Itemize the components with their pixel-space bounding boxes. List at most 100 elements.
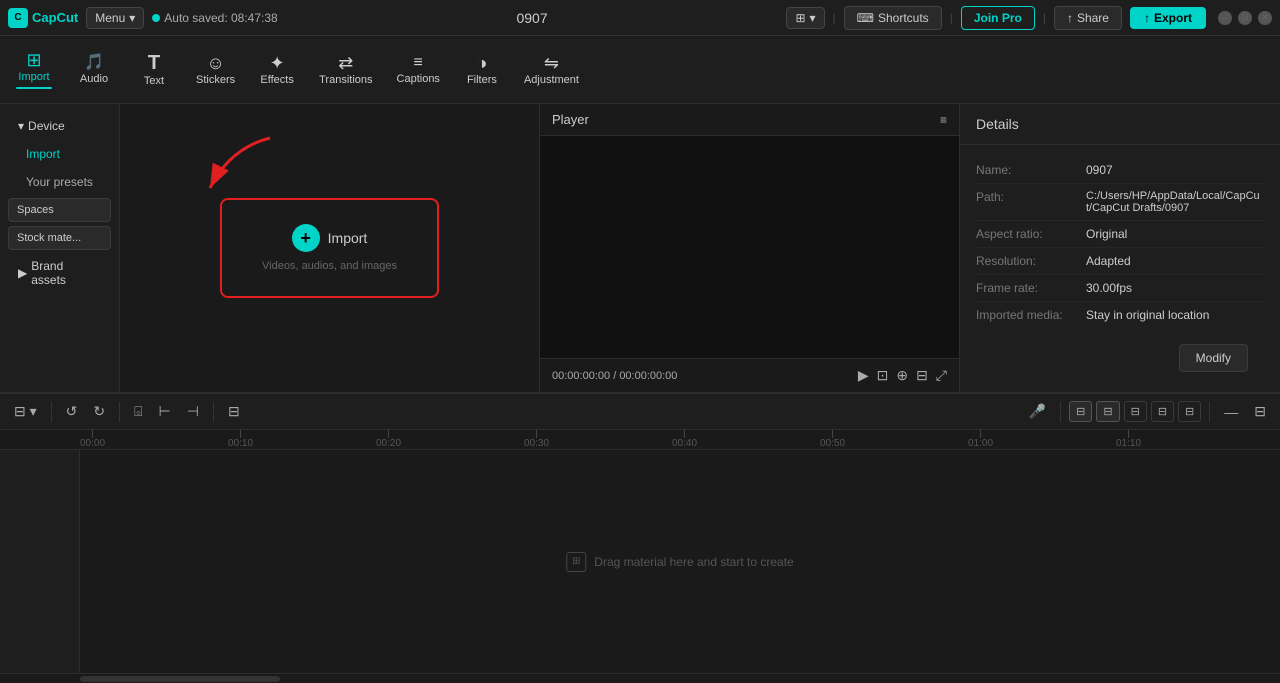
zoom-minus-button[interactable]: — [1218,400,1244,424]
text-label: Text [144,75,164,87]
spaces-button[interactable]: Spaces [8,198,111,222]
divider2: | [950,11,953,25]
timeline-scrollbar[interactable] [0,673,1280,683]
track-content[interactable]: ⊞ Drag material here and start to create [80,450,1280,673]
ruler-line [240,430,241,438]
redo-button[interactable]: ↻ [87,399,111,424]
display-button[interactable]: ⊞ ▾ [786,7,824,29]
ruler-40: 00:40 [672,430,697,449]
share-button[interactable]: ↑ Share [1054,6,1122,30]
toolbar-transitions[interactable]: ⇄ Transitions [307,48,384,92]
close-button[interactable]: ✕ [1258,11,1272,25]
brand-assets-section[interactable]: ▶ Brand assets [6,253,113,293]
ruler-label: 01:00 [968,438,993,449]
drag-hint: ⊞ Drag material here and start to create [566,552,793,572]
ruler-label: 00:30 [524,438,549,449]
modify-label: Modify [1196,351,1231,365]
toolbar-effects[interactable]: ✦ Effects [247,48,307,92]
toolbar-captions[interactable]: ≡ Captions [385,49,452,91]
toolbar-adjustment[interactable]: ⇋ Adjustment [512,48,591,92]
device-section[interactable]: ▾ Device [6,113,113,139]
toolbar-filters[interactable]: ◑ Filters [452,48,512,92]
import-nav-item[interactable]: Import [6,141,113,167]
logo-text: CapCut [32,10,78,25]
zoom-fit-button[interactable]: ⊟ [1248,399,1272,424]
detail-name: Name: 0907 [976,157,1264,184]
import-plus-icon: + [292,224,320,252]
split-button[interactable]: ⌺ [128,399,148,424]
app-logo: C CapCut [8,8,78,28]
detail-resolution: Resolution: Adapted [976,248,1264,275]
menu-label: Menu [95,11,125,25]
chevron-down-icon: ▾ [18,119,24,133]
join-pro-button[interactable]: Join Pro [961,6,1035,30]
ruler-label: 01:10 [1116,438,1141,449]
timeline-layout-button[interactable]: ⊟ ▾ [8,399,43,424]
detail-framerate: Frame rate: 30.00fps [976,275,1264,302]
trim-right-button[interactable]: ⊣ [181,399,205,424]
trim-left-button[interactable]: ⊢ [153,399,177,424]
audio-label: Audio [80,73,108,85]
zoom-icon[interactable]: ⊕ [896,367,908,384]
detail-path: Path: C:/Users/HP/AppData/Local/CapCut/C… [976,184,1264,221]
join-pro-label: Join Pro [974,11,1022,25]
play-button[interactable]: ▶ [858,367,869,384]
presets-nav-item[interactable]: Your presets [6,169,113,195]
player-menu-icon[interactable]: ≡ [940,113,947,127]
ruler-line [1128,430,1129,438]
magnet-tool[interactable]: ⊟ [1124,401,1147,422]
time-current: 00:00:00:00 [552,370,610,382]
screen-icon[interactable]: ⊡ [877,367,889,384]
autosave-text: Auto saved: 08:47:38 [164,11,277,25]
adjustment-icon: ⇋ [544,54,559,72]
mic-button[interactable]: 🎤 [1023,399,1052,424]
spaces-label: Spaces [17,204,54,216]
timeline-toolbar: ⊟ ▾ ↺ ↻ ⌺ ⊢ ⊣ ⊟ 🎤 ⊟ ⊟ ⊟ ⊟ ⊟ — ⊟ [0,394,1280,430]
undo-button[interactable]: ↺ [60,399,84,424]
menu-button[interactable]: Menu ▾ [86,7,144,29]
scrollbar-thumb[interactable] [80,676,280,682]
split-tool[interactable]: ⊟ [1151,401,1174,422]
stock-button[interactable]: Stock mate... [8,226,111,250]
ruler-label: 00:10 [228,438,253,449]
text-icon: T [148,53,160,73]
keyboard-icon: ⌨ [857,11,874,25]
ruler-label: 00:40 [672,438,697,449]
fullscreen-icon[interactable]: ⤢ [936,367,947,384]
fit-icon[interactable]: ⊟ [916,367,928,384]
shortcuts-button[interactable]: ⌨ Shortcuts [844,6,942,30]
details-footer: Modify [960,324,1280,392]
export-icon: ↑ [1144,11,1150,25]
link-tool[interactable]: ⊟ [1096,401,1119,422]
toolbar-import[interactable]: ⊞ Import [4,45,64,95]
annotation-arrow [190,128,310,208]
delete-button[interactable]: ⊟ [222,399,246,424]
time-display: 00:00:00:00 / 00:00:00:00 [552,370,850,382]
toolbar-text[interactable]: T Text [124,47,184,93]
share-icon: ↑ [1067,11,1073,25]
details-content: Name: 0907 Path: C:/Users/HP/AppData/Loc… [960,145,1280,324]
stock-label: Stock mate... [17,232,81,244]
minimize-button[interactable]: — [1218,11,1232,25]
toolbar-audio[interactable]: 🎵 Audio [64,49,124,91]
main-content: ▾ Device Import Your presets Spaces Stoc… [0,104,1280,393]
transitions-icon: ⇄ [338,54,353,72]
drag-icon: ⊞ [566,552,586,572]
snap-tool[interactable]: ⊟ [1069,401,1092,422]
ruler-30: 00:30 [524,430,549,449]
maximize-button[interactable]: ⊡ [1238,11,1252,25]
import-area-wrapper: + Import Videos, audios, and images [220,198,439,298]
details-header: Details [960,104,1280,145]
stickers-label: Stickers [196,74,235,86]
presets-label: Your presets [26,175,93,189]
thumb-tool[interactable]: ⊟ [1178,401,1201,422]
toolbar-stickers[interactable]: ☺ Stickers [184,48,247,92]
modify-button[interactable]: Modify [1179,344,1248,372]
player-viewport [540,136,959,358]
export-button[interactable]: ↑ Export [1130,7,1206,29]
topbar-center: 0907 [286,10,779,26]
import-drop-zone[interactable]: + Import Videos, audios, and images [220,198,439,298]
import-text: Import [328,230,368,246]
import-subtext: Videos, audios, and images [262,260,397,272]
import-label: Import [18,71,49,83]
